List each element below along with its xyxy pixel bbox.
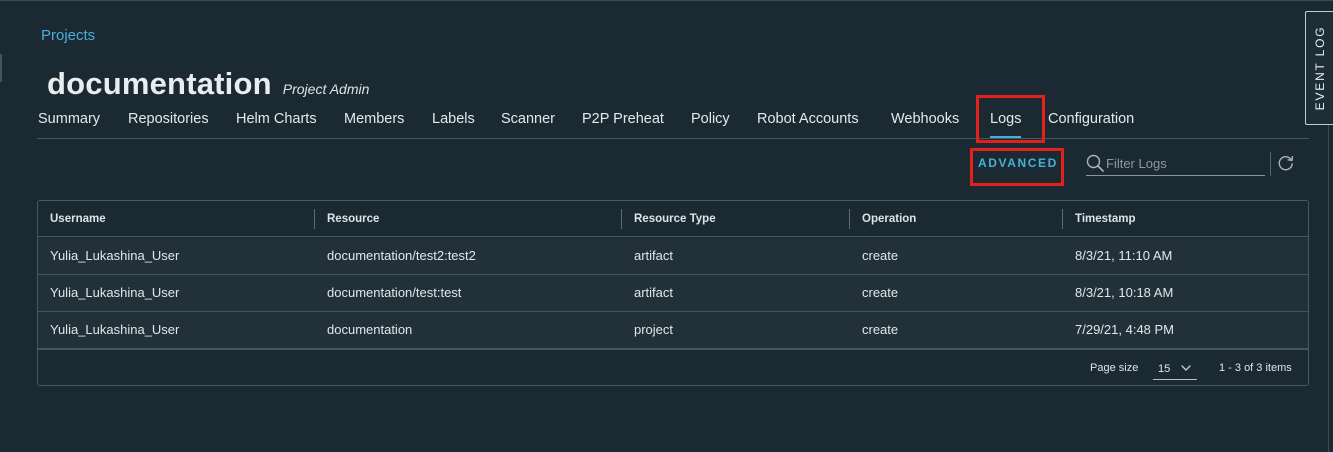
table-footer: Page size 15 1 - 3 of 3 items (38, 349, 1308, 385)
column-header-resource-type[interactable]: Resource Type (621, 201, 850, 237)
refresh-icon[interactable] (1277, 154, 1295, 172)
tab-scanner[interactable]: Scanner (501, 111, 555, 137)
project-role: Project Admin (282, 81, 370, 97)
column-header-timestamp[interactable]: Timestamp (1062, 201, 1308, 237)
page-header: documentation Project Admin (47, 66, 369, 102)
chevron-down-icon (1181, 365, 1191, 371)
pagination-info: 1 - 3 of 3 items (1219, 362, 1292, 374)
cell-username: Yulia_Lukashina_User (50, 285, 180, 300)
table-header: Username Resource Resource Type Operatio… (38, 201, 1308, 237)
tab-members[interactable]: Members (344, 111, 404, 137)
column-header-username[interactable]: Username (38, 201, 315, 237)
breadcrumb-projects[interactable]: Projects (41, 27, 95, 44)
cell-resource: documentation/test2:test2 (327, 248, 476, 263)
cell-timestamp: 8/3/21, 11:10 AM (1075, 248, 1173, 263)
column-header-resource[interactable]: Resource (314, 201, 622, 237)
page-size-value: 15 (1158, 363, 1171, 375)
table-row: Yulia_Lukashina_User documentation proje… (38, 312, 1308, 349)
table-row: Yulia_Lukashina_User documentation/test:… (38, 275, 1308, 312)
cell-resource-type: artifact (634, 285, 674, 300)
tab-logs[interactable]: Logs (990, 111, 1022, 139)
side-nav-collapse-handle[interactable] (0, 54, 2, 82)
top-border (0, 0, 1333, 1)
filter-logs-input[interactable] (1106, 153, 1261, 173)
search-icon (1086, 154, 1104, 172)
tab-summary[interactable]: Summary (38, 111, 100, 137)
column-header-timestamp-label: Timestamp (1075, 213, 1136, 225)
column-header-operation[interactable]: Operation (849, 201, 1063, 237)
cell-username: Yulia_Lukashina_User (50, 322, 180, 337)
tabs-divider (37, 138, 1309, 139)
toolbar-separator (1270, 152, 1271, 176)
cell-timestamp: 8/3/21, 10:18 AM (1075, 285, 1174, 300)
tab-p2p-preheat[interactable]: P2P Preheat (582, 111, 664, 137)
cell-operation: create (862, 322, 899, 337)
filter-logs-field (1086, 150, 1265, 176)
tab-policy[interactable]: Policy (691, 111, 730, 137)
right-border (1328, 125, 1329, 452)
page-size-label: Page size (1090, 362, 1139, 374)
column-header-resource-label: Resource (327, 213, 380, 225)
cell-resource-type: project (634, 322, 674, 337)
event-log-toggle[interactable]: EVENT LOG (1305, 11, 1333, 125)
cell-operation: create (862, 248, 899, 263)
audit-log-table: Username Resource Resource Type Operatio… (37, 200, 1309, 386)
page-title: documentation (47, 66, 272, 101)
tab-helm-charts[interactable]: Helm Charts (236, 111, 317, 137)
cell-resource: documentation/test:test (327, 285, 462, 300)
column-header-resource-type-label: Resource Type (634, 213, 716, 225)
event-log-label: EVENT LOG (1312, 25, 1327, 111)
tab-configuration[interactable]: Configuration (1048, 111, 1134, 137)
cell-operation: create (862, 285, 899, 300)
cell-timestamp: 7/29/21, 4:48 PM (1075, 322, 1175, 337)
tab-robot-accounts[interactable]: Robot Accounts (757, 111, 859, 137)
advanced-button[interactable]: ADVANCED (978, 156, 1058, 170)
tab-webhooks[interactable]: Webhooks (891, 111, 959, 137)
cell-resource-type: artifact (634, 248, 674, 263)
cell-resource: documentation (327, 322, 413, 337)
tab-labels[interactable]: Labels (432, 111, 475, 137)
table-row: Yulia_Lukashina_User documentation/test2… (38, 238, 1308, 275)
cell-username: Yulia_Lukashina_User (50, 248, 180, 263)
tab-repositories[interactable]: Repositories (128, 111, 209, 137)
page-size-select[interactable]: 15 (1153, 359, 1197, 380)
column-header-operation-label: Operation (862, 213, 917, 225)
